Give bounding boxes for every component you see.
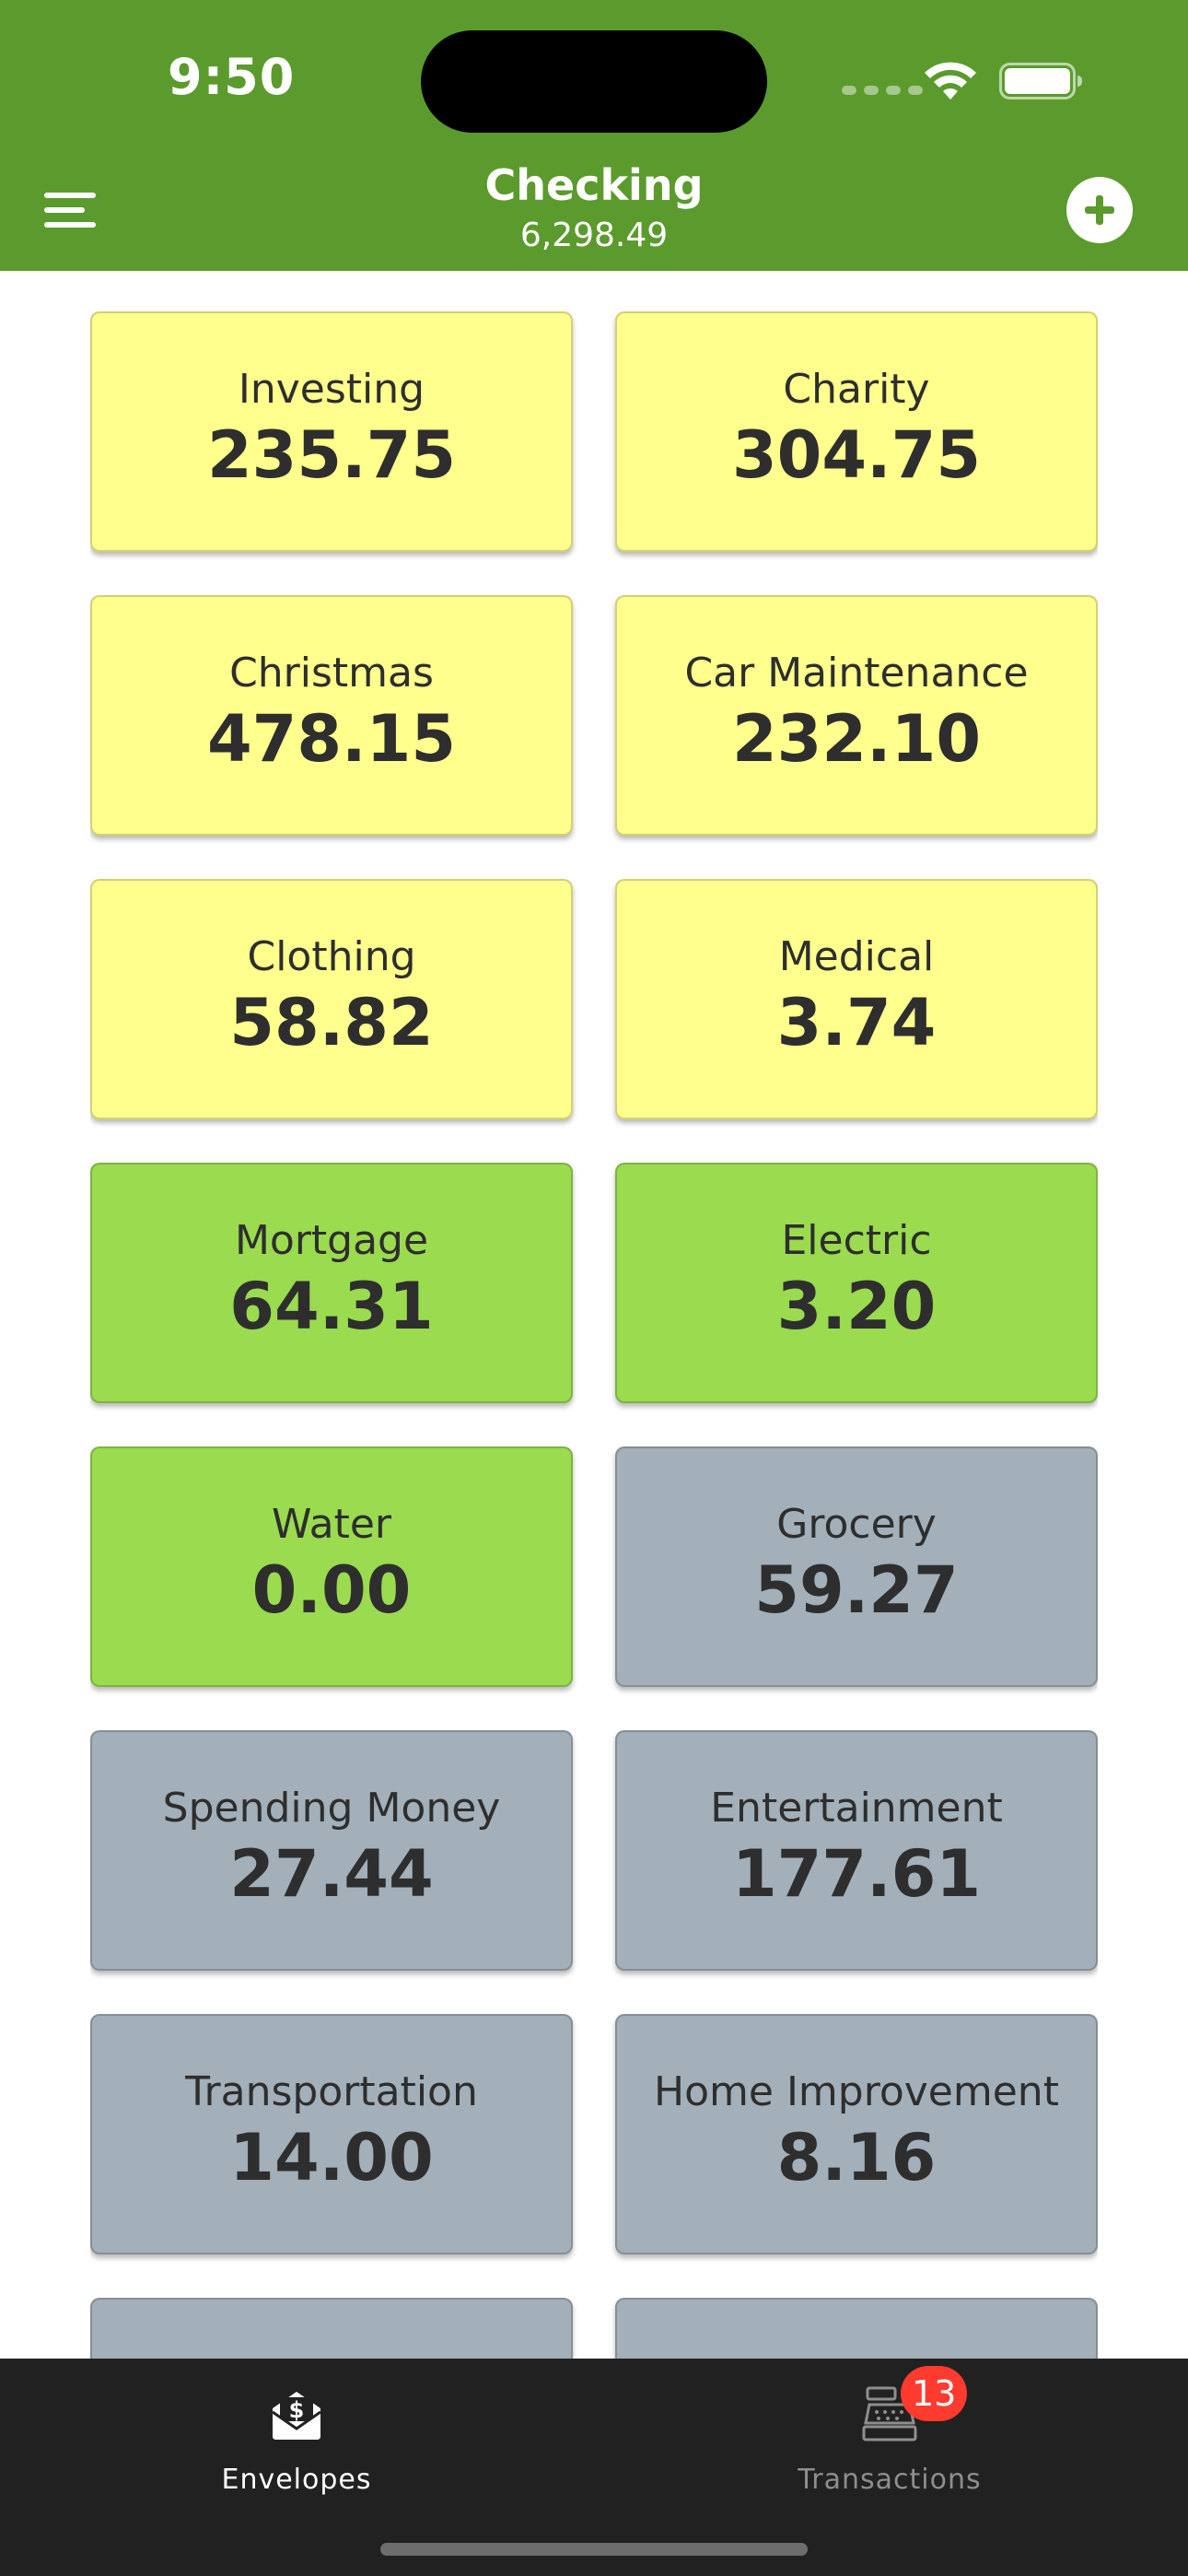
envelope-name: Car Maintenance	[684, 649, 1029, 697]
cellular-signal-icon	[842, 86, 923, 95]
wifi-icon	[925, 62, 976, 100]
envelope-card[interactable]: Charity 304.75	[615, 311, 1098, 552]
envelope-amount: 8.16	[776, 2119, 937, 2195]
envelope-name: Water	[271, 1500, 392, 1548]
envelope-card[interactable]: Transportation 14.00	[90, 2014, 573, 2254]
home-indicator[interactable]	[380, 2543, 808, 2556]
envelope-card[interactable]: Medical 3.74	[615, 879, 1098, 1119]
envelope-name: Mortgage	[234, 1216, 429, 1264]
envelope-amount: 3.20	[776, 1268, 937, 1344]
envelope-card[interactable]: Investing 235.75	[90, 311, 573, 552]
envelope-amount: 478.15	[206, 700, 457, 777]
envelope-amount: 59.27	[754, 1551, 959, 1628]
envelope-name: Electric	[781, 1216, 932, 1264]
add-envelope-button[interactable]	[1066, 177, 1133, 243]
tab-envelopes[interactable]: $ Envelopes	[131, 2384, 462, 2513]
envelope-card[interactable]: Electric 3.20	[615, 1163, 1098, 1403]
envelope-name: Spending Money	[162, 1784, 501, 1832]
envelope-amount: 27.44	[229, 1835, 434, 1912]
envelope-card[interactable]: Grocery 59.27	[615, 1446, 1098, 1687]
envelope-amount: 304.75	[731, 416, 982, 493]
envelope-amount: 177.61	[731, 1835, 982, 1912]
envelope-name: Home Improvement	[654, 2067, 1059, 2115]
nav-title-group: Checking 6,298.49	[0, 158, 1188, 258]
envelope-card[interactable]: Christmas 478.15	[90, 595, 573, 836]
dynamic-island	[421, 30, 767, 133]
envelope-card[interactable]: Spending Money 27.44	[90, 1730, 573, 1971]
envelope-name: Entertainment	[710, 1784, 1003, 1832]
envelope-amount: 14.00	[229, 2119, 434, 2195]
envelope-amount: 0.00	[251, 1551, 412, 1628]
envelope-name: Grocery	[776, 1500, 937, 1548]
account-title: Checking	[484, 160, 704, 210]
envelope-card[interactable]: Entertainment 177.61	[615, 1730, 1098, 1971]
envelope-name: Charity	[783, 365, 930, 413]
envelope-amount: 64.31	[229, 1268, 434, 1344]
envelope-card[interactable]	[90, 2298, 573, 2359]
account-balance: 6,298.49	[519, 217, 669, 254]
envelope-card[interactable]	[615, 2298, 1098, 2359]
envelope-name: Investing	[238, 365, 425, 413]
transactions-count-badge: 13	[901, 2366, 968, 2421]
envelope-card[interactable]: Mortgage 64.31	[90, 1163, 573, 1403]
envelope-card[interactable]: Car Maintenance 232.10	[615, 595, 1098, 836]
tab-transactions[interactable]: 13 Transactions	[724, 2366, 1055, 2513]
envelope-name: Clothing	[247, 932, 416, 980]
envelope-amount: 3.74	[776, 984, 937, 1060]
envelope-grid: Investing 235.75 Charity 304.75 Christmas 4…	[90, 311, 1098, 2359]
cash-register-icon-wrap: 13	[860, 2366, 968, 2443]
envelope-card[interactable]: Water 0.00	[90, 1446, 573, 1687]
envelope-amount: 58.82	[229, 984, 434, 1060]
envelope-name: Christmas	[229, 649, 434, 697]
envelope-amount: 235.75	[206, 416, 457, 493]
envelope-amount: 232.10	[731, 700, 982, 777]
envelopes-screen: 9:50 Checking 6,298.49 Investing235.75	[0, 0, 1188, 2576]
tab-label: Transactions	[798, 2464, 982, 2496]
svg-text:$: $	[289, 2397, 305, 2423]
envelope-card[interactable]: Clothing 58.82	[90, 879, 573, 1119]
status-time: 9:50	[168, 48, 296, 106]
envelope-name: Medical	[778, 932, 935, 980]
app-header: 9:50 Checking 6,298.49	[0, 0, 1188, 271]
tab-label: Envelopes	[221, 2464, 372, 2496]
envelope-card[interactable]: Home Improvement 8.16	[615, 2014, 1098, 2254]
envelope-name: Transportation	[185, 2067, 478, 2115]
battery-icon	[999, 63, 1082, 100]
envelope-dollar-icon: $	[272, 2392, 321, 2440]
